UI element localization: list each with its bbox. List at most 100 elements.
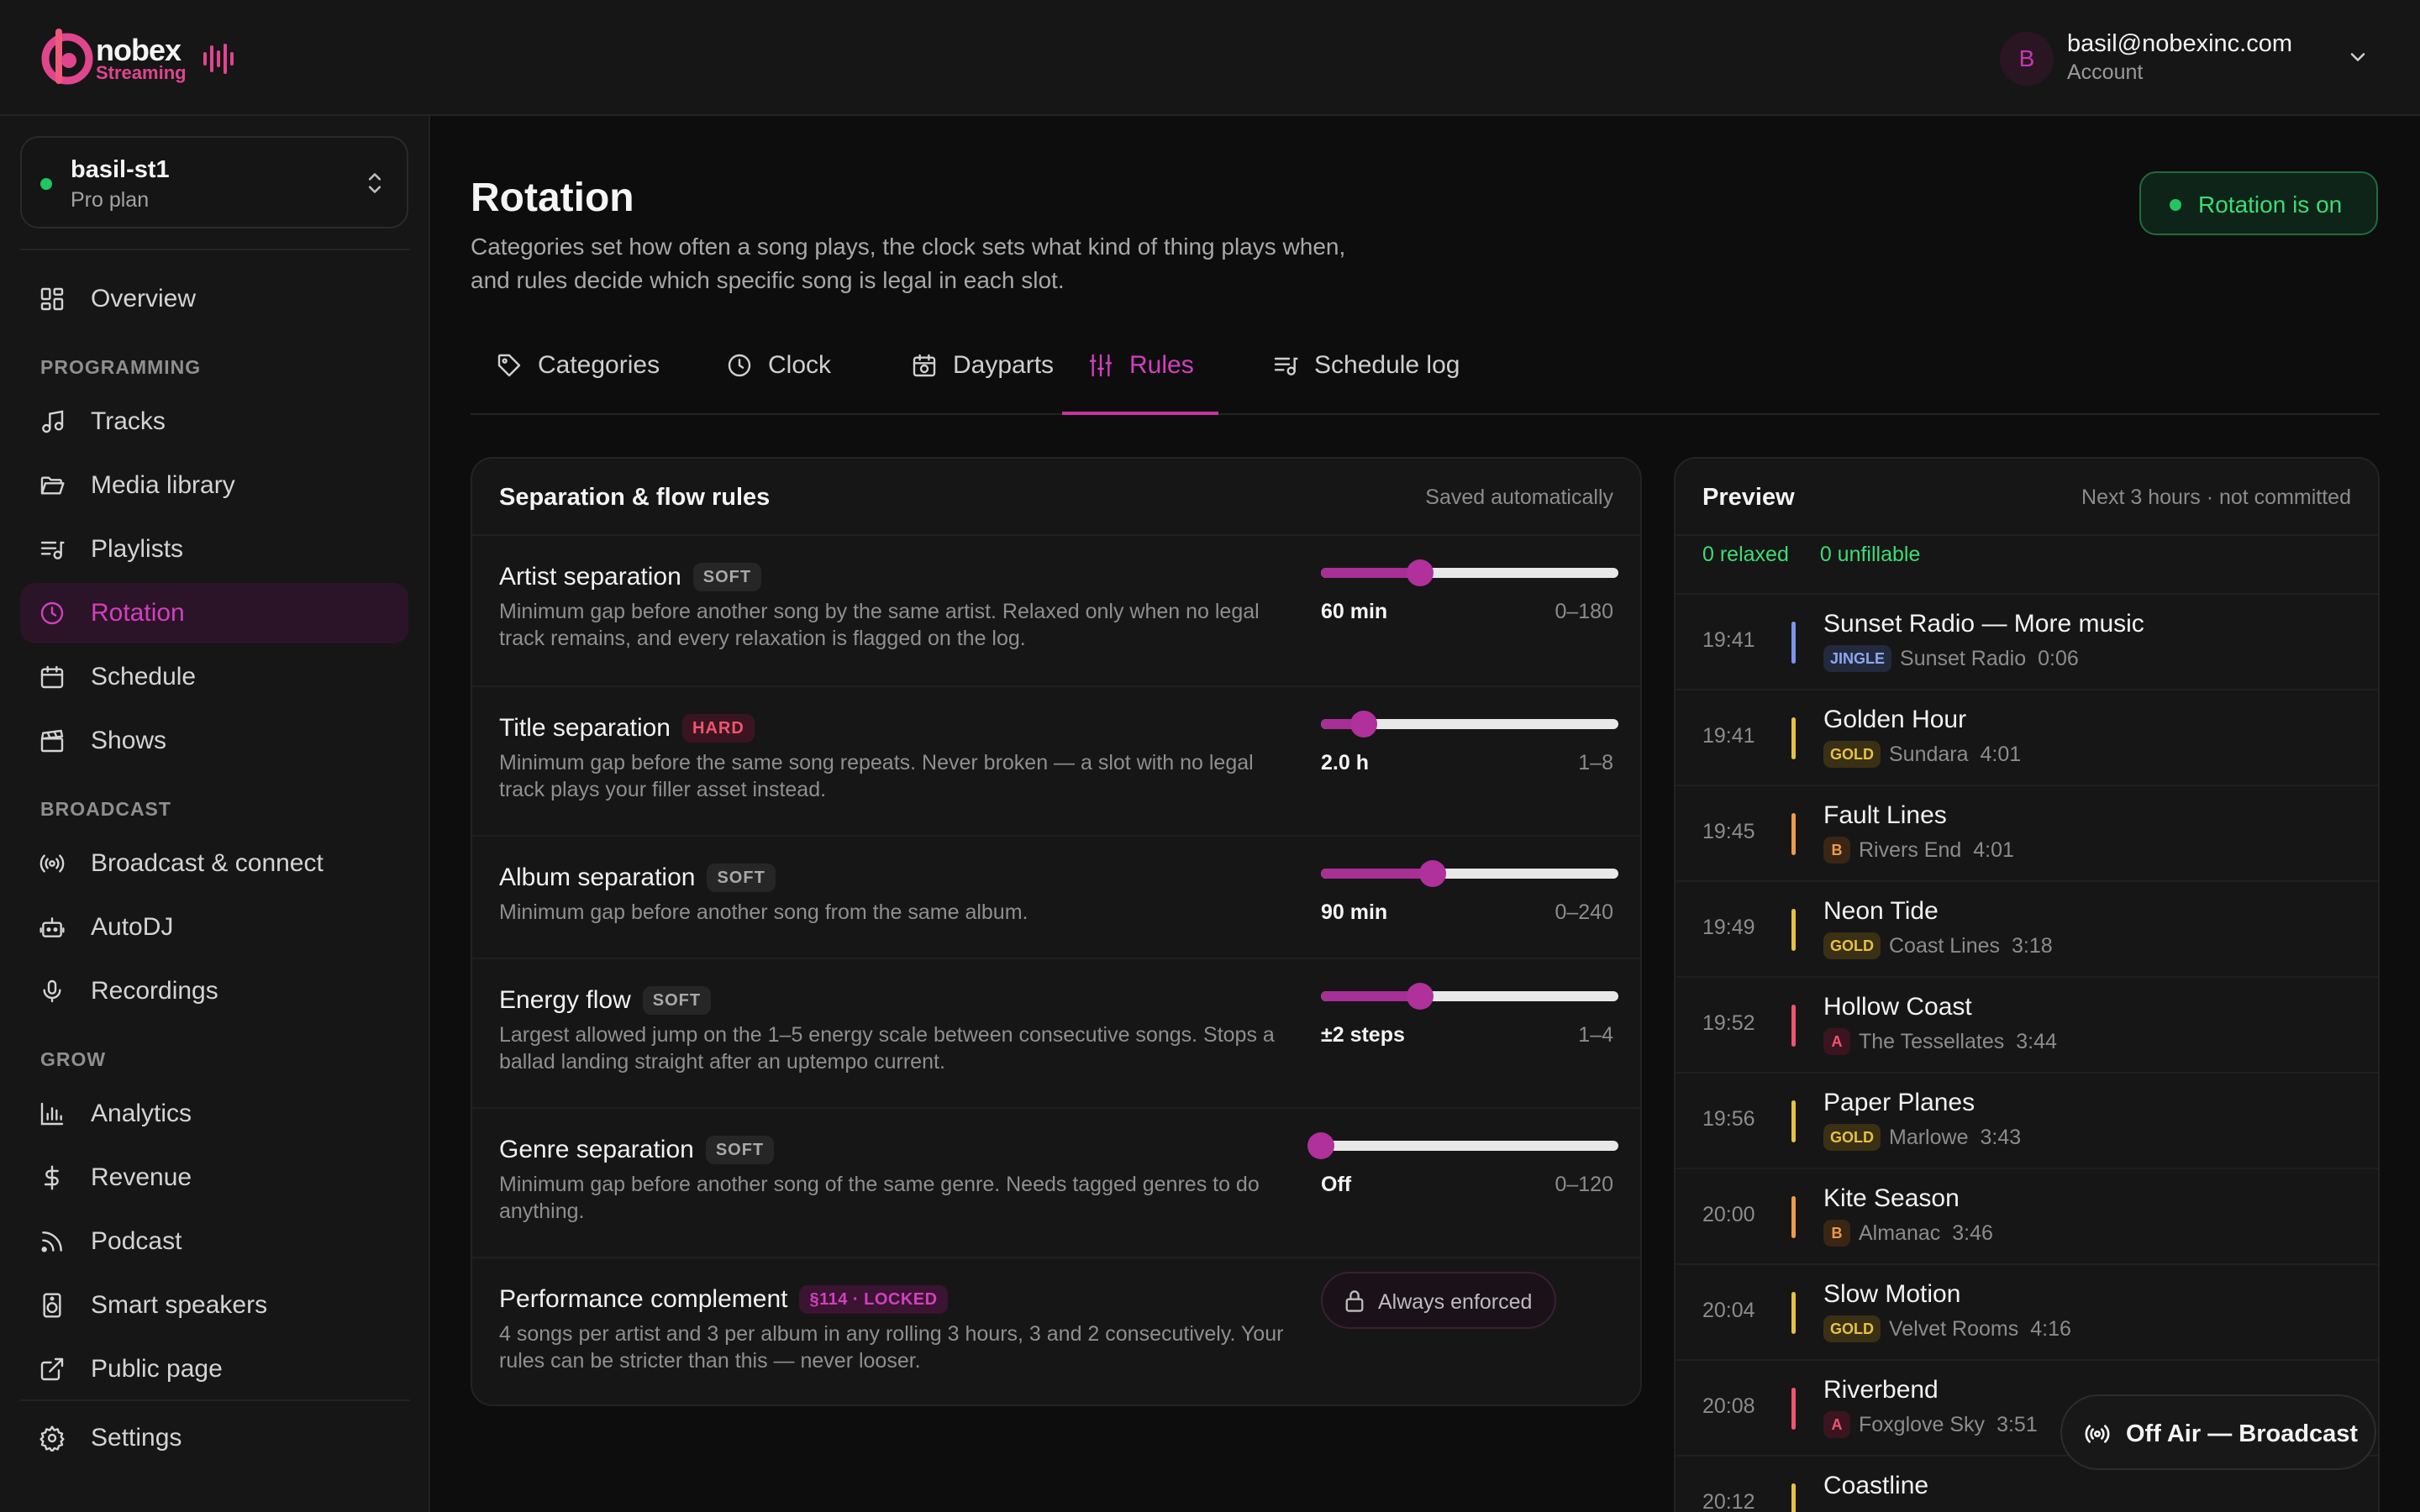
page-description: Categories set how often a song plays, t… [471, 234, 1346, 293]
preview-time: 19:45 [1702, 820, 1755, 843]
sidebar-item-rotation[interactable]: Rotation [20, 583, 408, 643]
tab-label: Dayparts [953, 351, 1055, 379]
hard-tag: HARD [682, 714, 755, 743]
preview-track-title: Fault Lines [1823, 801, 1947, 829]
rule-performance-complement: Performance complement §114 · LOCKED 4 so… [472, 1258, 1640, 1404]
preview-time: 19:56 [1702, 1107, 1755, 1131]
sidebar-item-schedule[interactable]: Schedule [20, 647, 408, 707]
nobex-logo[interactable]: nobex Streaming [40, 24, 250, 91]
panel-title: Preview [1702, 484, 1795, 511]
preview-track-title: Sunset Radio — More music [1823, 610, 2144, 638]
rule-album-separation: Album separation SOFT Minimum gap before … [472, 837, 1640, 959]
genre-separation-slider[interactable] [1307, 1132, 1618, 1159]
top-bar: nobex Streaming B basil@nobexinc.com Acc… [0, 0, 2420, 116]
sidebar-item-media-library[interactable]: Media library [20, 455, 408, 516]
artist-separation-slider[interactable] [1321, 559, 1618, 586]
sliders-icon [1089, 354, 1113, 377]
preview-artist: Velvet Rooms [1889, 1317, 2019, 1341]
energy-flow-slider[interactable] [1321, 983, 1618, 1010]
rule-energy-flow: Energy flow SOFT Largest allowed jump on … [472, 959, 1640, 1109]
sidebar: basil-st1 Pro plan Overview PROGRAMMING … [0, 116, 430, 1512]
sidebar-item-analytics[interactable]: Analytics [20, 1084, 408, 1144]
sidebar-item-revenue[interactable]: Revenue [20, 1147, 408, 1208]
sidebar-item-tracks[interactable]: Tracks [20, 391, 408, 452]
tab-clock[interactable]: Clock [701, 316, 860, 415]
external-link-icon [40, 1357, 64, 1381]
slider-value: Off [1321, 1173, 1352, 1196]
off-air-broadcast-button[interactable]: Off Air — Broadcast [2060, 1394, 2376, 1470]
panel-header: Preview Next 3 hours · not committed [1676, 459, 2378, 536]
preview-track-title: Slow Motion [1823, 1280, 1961, 1308]
slider-thumb[interactable] [1307, 1132, 1334, 1159]
sidebar-item-label: Rotation [91, 599, 185, 627]
slider-thumb[interactable] [1407, 983, 1434, 1010]
slider-range: 0–240 [1555, 900, 1613, 924]
title-separation-slider[interactable] [1321, 711, 1618, 738]
nav-section-grow: GROW [40, 1048, 107, 1070]
sidebar-item-label: Media library [91, 471, 235, 499]
rotation-status-badge[interactable]: Rotation is on [2139, 171, 2378, 235]
preview-row[interactable]: 20:00 Kite Season B Almanac 3:46 [1676, 1168, 2378, 1263]
broadcast-icon [39, 854, 65, 873]
sidebar-item-overview[interactable]: Overview [20, 269, 408, 329]
tab-schedule-log[interactable]: Schedule log [1247, 316, 1474, 415]
slider-range: 0–180 [1555, 600, 1613, 623]
preview-row[interactable]: 19:56 Paper Planes GOLD Marlowe 3:43 [1676, 1072, 2378, 1168]
category-color-bar [1791, 813, 1796, 855]
sidebar-item-label: Revenue [91, 1163, 192, 1191]
relaxed-count: 0 relaxed [1702, 543, 1789, 566]
sidebar-item-recordings[interactable]: Recordings [20, 961, 408, 1021]
album-separation-slider[interactable] [1321, 860, 1618, 887]
category-badge: A [1823, 1411, 1850, 1438]
soft-tag: SOFT [705, 1136, 775, 1164]
preview-track-title: Neon Tide [1823, 897, 1939, 925]
sidebar-divider [20, 1399, 410, 1401]
sidebar-item-autodj[interactable]: AutoDJ [20, 897, 408, 958]
slider-thumb[interactable] [1407, 559, 1434, 586]
rule-description: 4 songs per artist and 3 per album in an… [499, 1322, 1284, 1373]
slider-thumb[interactable] [1418, 860, 1446, 887]
station-switcher[interactable]: basil-st1 Pro plan [20, 136, 408, 228]
preview-row[interactable]: 19:49 Neon Tide GOLD Coast Lines 3:18 [1676, 880, 2378, 976]
logo-mark-icon [41, 29, 93, 85]
preview-row[interactable]: 19:52 Hollow Coast A The Tessellates 3:44 [1676, 976, 2378, 1072]
preview-track-title: Coastline [1823, 1472, 1929, 1499]
sidebar-item-smart-speakers[interactable]: Smart speakers [20, 1275, 408, 1336]
sidebar-item-shows[interactable]: Shows [20, 711, 408, 771]
audio-bars-icon [203, 44, 234, 74]
sidebar-item-playlists[interactable]: Playlists [20, 519, 408, 580]
sidebar-item-podcast[interactable]: Podcast [20, 1211, 408, 1272]
tab-categories[interactable]: Categories [471, 316, 664, 415]
preview-row[interactable]: 19:41 Sunset Radio — More music JINGLE Suns… [1676, 593, 2378, 689]
sidebar-item-label: Overview [91, 285, 197, 312]
slider-thumb[interactable] [1349, 711, 1377, 738]
preview-row[interactable]: 20:04 Slow Motion GOLD Velvet Rooms 4:16 [1676, 1263, 2378, 1359]
preview-row[interactable]: 19:41 Golden Hour GOLD Sundara 4:01 [1676, 689, 2378, 785]
sidebar-item-settings[interactable]: Settings [20, 1408, 408, 1468]
gear-icon [39, 1425, 65, 1452]
preview-row[interactable]: 19:45 Fault Lines B Rivers End 4:01 [1676, 785, 2378, 880]
tab-dayparts[interactable]: Dayparts [886, 316, 1087, 415]
separation-rules-panel: Separation & flow rules Saved automatica… [471, 457, 1642, 1406]
tab-rules[interactable]: Rules [1062, 316, 1218, 415]
sidebar-item-broadcast-connect[interactable]: Broadcast & connect [20, 833, 408, 894]
tab-bar: Categories Clock Dayparts Rules Schedule… [471, 316, 2380, 415]
chevron-down-icon [2350, 53, 2365, 61]
preview-track-meta: JINGLE Sunset Radio 0:06 [1823, 645, 2079, 672]
sidebar-item-label: AutoDJ [91, 913, 174, 941]
clock-icon [728, 354, 751, 377]
station-plan: Pro plan [71, 188, 150, 212]
account-menu[interactable]: B basil@nobexinc.com Account [2000, 27, 2370, 89]
tab-label: Clock [768, 351, 832, 379]
preview-time: 19:41 [1702, 724, 1755, 748]
rule-name: Title separation HARD [499, 714, 755, 743]
account-email: basil@nobexinc.com [2067, 30, 2293, 57]
rule-description: Minimum gap before another song from the… [499, 900, 1028, 924]
rule-description: Minimum gap before another song by the s… [499, 600, 1260, 650]
category-badge: B [1823, 837, 1850, 864]
sidebar-item-public-page[interactable]: Public page [20, 1339, 408, 1399]
sidebar-item-label: Public page [91, 1355, 223, 1383]
soft-tag: SOFT [642, 986, 712, 1015]
rule-description: Minimum gap before another song of the s… [499, 1173, 1260, 1223]
always-enforced-button[interactable]: Always enforced [1321, 1272, 1556, 1329]
